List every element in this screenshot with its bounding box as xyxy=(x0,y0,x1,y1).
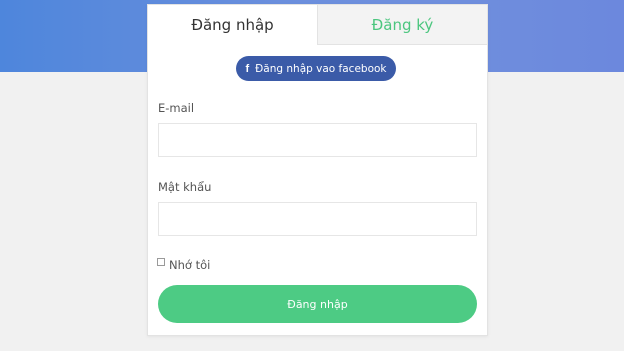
password-label: Mật khẩu xyxy=(158,180,212,194)
remember-me-label: Nhớ tôi xyxy=(169,258,211,272)
facebook-login-label: Đăng nhập vao facebook xyxy=(255,62,387,75)
facebook-icon: f xyxy=(245,62,250,75)
email-field[interactable] xyxy=(158,123,477,157)
tab-register[interactable]: Đăng ký xyxy=(317,5,487,45)
facebook-login-button[interactable]: f Đăng nhập vao facebook xyxy=(236,56,396,81)
remember-me-checkbox[interactable] xyxy=(157,258,165,266)
auth-tabs: Đăng nhập Đăng ký xyxy=(148,5,487,45)
remember-me[interactable]: Nhớ tôi xyxy=(157,258,210,272)
tab-login[interactable]: Đăng nhập xyxy=(148,5,317,45)
email-label: E-mail xyxy=(158,101,195,115)
password-field[interactable] xyxy=(158,202,477,236)
login-submit-button[interactable]: Đăng nhập xyxy=(158,285,477,323)
auth-card: Đăng nhập Đăng ký f Đăng nhập vao facebo… xyxy=(147,4,488,336)
